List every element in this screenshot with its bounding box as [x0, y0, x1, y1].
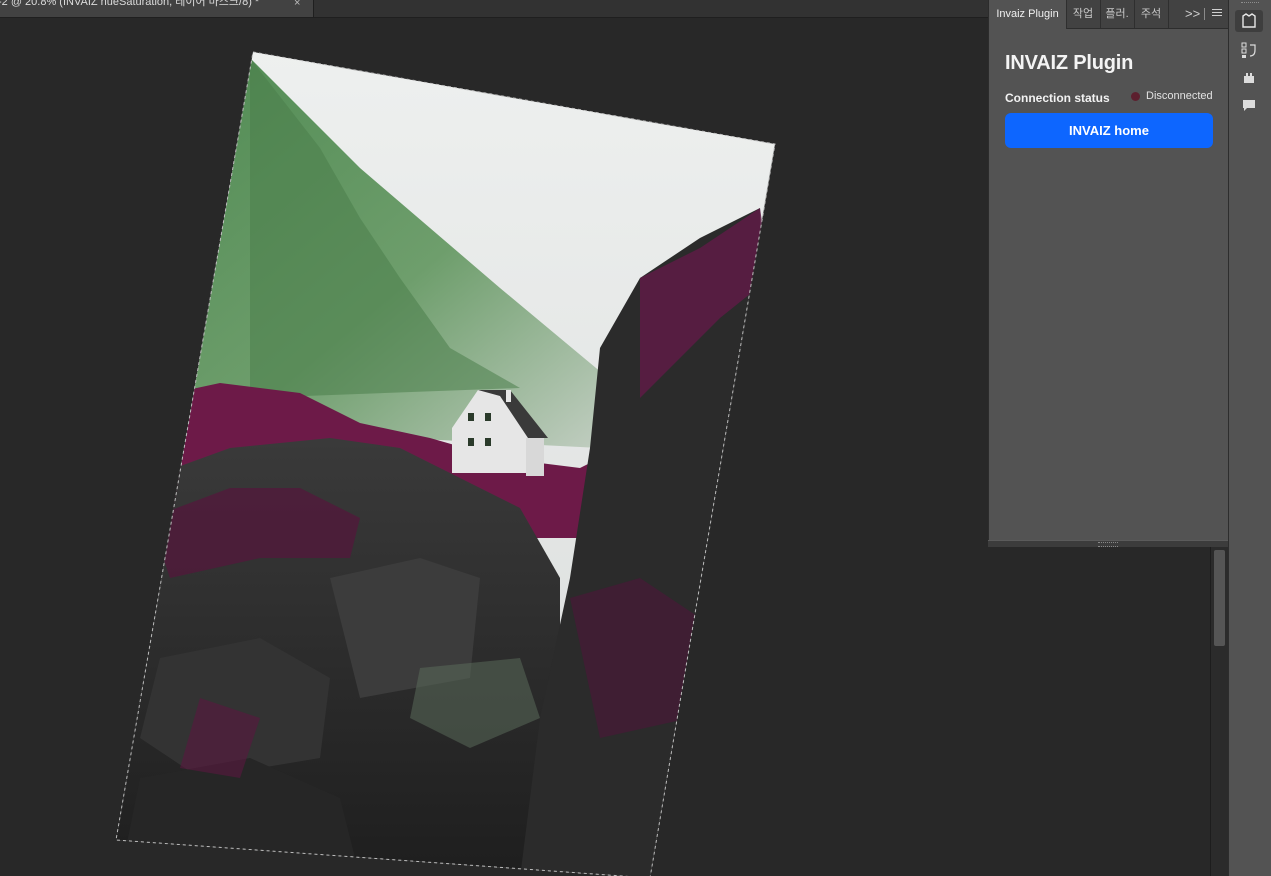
- invaiz-home-button[interactable]: INVAIZ home: [1005, 113, 1213, 148]
- plugins-icon[interactable]: [1235, 68, 1263, 90]
- tab-overflow-icon[interactable]: >>: [1185, 0, 1200, 28]
- scrollbar-thumb[interactable]: [1214, 550, 1225, 646]
- comments-icon[interactable]: [1235, 96, 1263, 118]
- document-tab-bar: -2 @ 20.8% (INVAIZ hueSaturation, 레이어 마스…: [0, 0, 988, 18]
- document-tab-title: -2 @ 20.8% (INVAIZ hueSaturation, 레이어 마스…: [0, 0, 260, 8]
- connection-status-label: Connection status: [1005, 91, 1110, 105]
- vertical-scrollbar[interactable]: [1210, 546, 1229, 876]
- plugin-title: INVAIZ Plugin: [1005, 52, 1134, 74]
- strip-grip: [1241, 2, 1259, 6]
- plugin-panel: Invaiz Plugin 작업 플러. 주석 >> INVAIZ Plugin…: [988, 0, 1229, 540]
- panel-resize-handle[interactable]: [988, 540, 1228, 547]
- close-icon[interactable]: ×: [294, 0, 300, 10]
- connection-status-value: Disconnected: [1146, 90, 1213, 102]
- history-icon[interactable]: [1235, 40, 1263, 62]
- hamburger-menu-icon[interactable]: [1212, 9, 1222, 19]
- status-dot-icon: [1131, 92, 1140, 101]
- plugin-panel-icon[interactable]: [1235, 10, 1263, 32]
- right-icon-strip: [1228, 0, 1271, 876]
- tab-separator: [1204, 8, 1205, 20]
- tab-invaiz-plugin[interactable]: Invaiz Plugin: [989, 0, 1067, 29]
- tab-plugins[interactable]: 플러.: [1100, 0, 1135, 28]
- panel-tab-bar: Invaiz Plugin 작업 플러. 주석 >>: [989, 0, 1229, 29]
- document-tab[interactable]: -2 @ 20.8% (INVAIZ hueSaturation, 레이어 마스…: [0, 0, 314, 17]
- tab-comments[interactable]: 주석: [1134, 0, 1169, 28]
- tab-work[interactable]: 작업: [1066, 0, 1101, 28]
